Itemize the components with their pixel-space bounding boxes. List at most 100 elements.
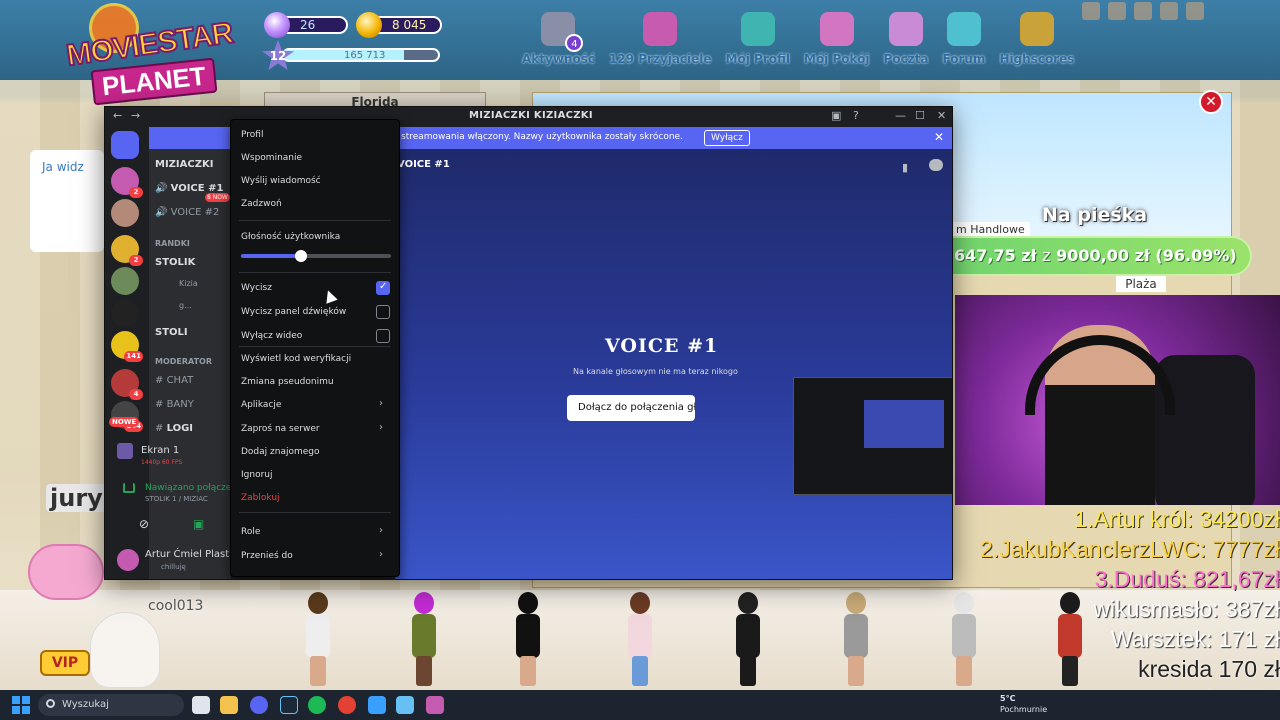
bookmark-icon[interactable]: ▮ — [902, 161, 908, 174]
menu-item-toggle[interactable]: Wycisz panel dźwięków — [241, 307, 346, 317]
close-window-icon[interactable]: ✕ — [937, 109, 946, 122]
steam-icon[interactable] — [280, 696, 298, 714]
voice-member[interactable]: g... — [179, 301, 192, 310]
screen-share-preview[interactable] — [793, 377, 952, 495]
nav-item[interactable]: Mój Profil — [726, 12, 790, 66]
help-icon[interactable]: ? — [853, 109, 859, 122]
menu-item[interactable]: Ignoruj — [241, 470, 272, 480]
server-icon[interactable] — [111, 299, 139, 327]
file-explorer-icon[interactable] — [220, 696, 238, 714]
spotify-icon[interactable] — [308, 696, 326, 714]
channel-voice-2[interactable]: 🔊 VOICE #2 — [155, 207, 219, 218]
user-name: Artur Ćmiel Plast... — [145, 549, 239, 560]
zoom-icon[interactable] — [1134, 2, 1152, 20]
nav-item[interactable]: Mój Pokój — [804, 12, 870, 66]
server-name[interactable]: MIZIACZKI — [155, 159, 213, 170]
msp-app-icon[interactable] — [426, 696, 444, 714]
category-moderator[interactable]: MODERATOR — [155, 357, 212, 366]
inbox-icon[interactable]: ▣ — [831, 109, 841, 122]
cursor-mode-icon[interactable] — [1082, 2, 1100, 20]
avatar[interactable] — [404, 592, 444, 688]
minimize-icon[interactable]: — — [895, 109, 906, 122]
category-randki[interactable]: RANDKI — [155, 239, 190, 248]
menu-item[interactable]: Zadzwoń — [241, 199, 282, 209]
discord-window[interactable]: ← → MIZIACZKI KIZIACZKI ▣ ? — ☐ ✕ 2 2 14… — [104, 106, 953, 580]
close-scene-icon[interactable]: ✕ — [1199, 90, 1223, 114]
join-voice-button[interactable]: Dołącz do połączenia gł — [567, 395, 695, 421]
channel-chat[interactable]: # CHAT — [155, 375, 193, 386]
server-icon[interactable]: 2 — [111, 167, 143, 198]
menu-item[interactable]: Wyślij wiadomość — [241, 176, 321, 186]
piggy-bank-icon[interactable] — [28, 544, 104, 600]
fame-value: 165 713 — [344, 50, 386, 61]
screen-share-icon[interactable]: ▣ — [193, 517, 204, 531]
server-icon[interactable]: 141 — [111, 331, 143, 362]
starcoins-counter[interactable]: 8 045 — [356, 12, 442, 38]
block-user-item[interactable]: Zablokuj — [241, 493, 280, 503]
menu-item[interactable]: Dodaj znajomego — [241, 447, 320, 457]
nav-item[interactable]: Poczta — [884, 12, 929, 66]
menu-item[interactable]: Zmiana pseudonimu — [241, 377, 334, 387]
menu-item[interactable]: Wyświetl kod weryfikacji — [241, 354, 351, 364]
nav-item[interactable]: Forum — [943, 12, 985, 66]
channel-bany[interactable]: # BANY — [155, 399, 194, 410]
diamonds-counter[interactable]: 26 — [264, 12, 348, 38]
settings-gear-icon[interactable] — [1160, 2, 1178, 20]
voice-member[interactable]: Kizia — [179, 279, 198, 288]
nav-item[interactable]: 4 Aktywność — [522, 12, 595, 66]
fullscreen-icon[interactable] — [1186, 2, 1204, 20]
menu-item-submenu[interactable]: Role — [241, 527, 260, 537]
menu-item-submenu[interactable]: Aplikacje — [241, 400, 281, 410]
menu-item-submenu[interactable]: Zaproś na serwer — [241, 424, 320, 434]
avatar[interactable] — [117, 549, 139, 571]
menu-item[interactable]: Profil — [241, 130, 263, 140]
checkbox[interactable] — [376, 281, 390, 295]
chrome-icon[interactable] — [338, 696, 356, 714]
window-title: MIZIACZKI KIZIACZKI — [469, 110, 593, 121]
vip-badge[interactable]: VIP — [40, 650, 90, 676]
connection-channel[interactable]: STOLIK 1 / MIZIAC — [145, 495, 208, 503]
channel-stolik-1[interactable]: STOLIK — [155, 257, 195, 268]
avatar[interactable] — [508, 592, 548, 688]
user-volume-slider[interactable] — [241, 250, 391, 262]
avatar[interactable] — [620, 592, 660, 688]
avatar[interactable] — [836, 592, 876, 688]
camera-off-icon[interactable]: ⊘ — [139, 517, 149, 531]
discord-home-icon[interactable] — [111, 131, 139, 159]
server-icon[interactable]: 2 — [111, 235, 143, 266]
forward-arrow-icon[interactable]: → — [131, 109, 140, 122]
chat-icon[interactable] — [929, 159, 943, 171]
taskbar-search[interactable]: Wyszukaj — [38, 694, 184, 716]
maximize-icon[interactable]: ☐ — [915, 109, 925, 122]
channel-logi[interactable]: # LOGI — [155, 423, 193, 434]
voice-channel-title: VOICE #1 — [605, 335, 719, 357]
connection-status[interactable]: Nawiązano połącze — [145, 483, 231, 493]
avatar[interactable] — [728, 592, 768, 688]
close-notice-icon[interactable]: ✕ — [934, 130, 944, 144]
steam-icon[interactable] — [396, 696, 414, 714]
menu-item-toggle[interactable]: Wycisz — [241, 283, 272, 293]
server-icon[interactable] — [111, 199, 139, 227]
start-icon[interactable] — [12, 696, 30, 714]
checkbox[interactable] — [376, 329, 390, 343]
top-navigation: 4 Aktywność 129 Przyjaciele Mój Profil Mój P… — [522, 12, 1088, 66]
checkbox[interactable] — [376, 305, 390, 319]
avatar[interactable] — [298, 592, 338, 688]
record-icon[interactable] — [1108, 2, 1126, 20]
menu-item-toggle[interactable]: Wyłącz wideo — [241, 331, 302, 341]
nav-item[interactable]: Highscores — [999, 12, 1074, 66]
notice-text: streamowania włączony. Nazwy użytkownika… — [401, 132, 683, 142]
server-icon[interactable] — [111, 267, 139, 295]
nav-item[interactable]: 129 Przyjaciele — [609, 12, 712, 66]
weather-widget[interactable]: 5°C Pochmurnie — [1000, 693, 1047, 715]
disable-streamer-mode-button[interactable]: Wyłącz — [704, 130, 750, 146]
channel-stolik-2[interactable]: STOLI — [155, 327, 188, 338]
server-icon[interactable]: 4 — [111, 369, 143, 400]
discord-app-icon[interactable] — [250, 696, 268, 714]
menu-item[interactable]: Wspominanie — [241, 153, 302, 163]
back-arrow-icon[interactable]: ← — [113, 109, 122, 122]
task-view-icon[interactable] — [192, 696, 210, 714]
slider-knob[interactable] — [295, 250, 307, 262]
app-icon[interactable] — [368, 696, 386, 714]
menu-item-submenu[interactable]: Przenieś do — [241, 551, 293, 561]
